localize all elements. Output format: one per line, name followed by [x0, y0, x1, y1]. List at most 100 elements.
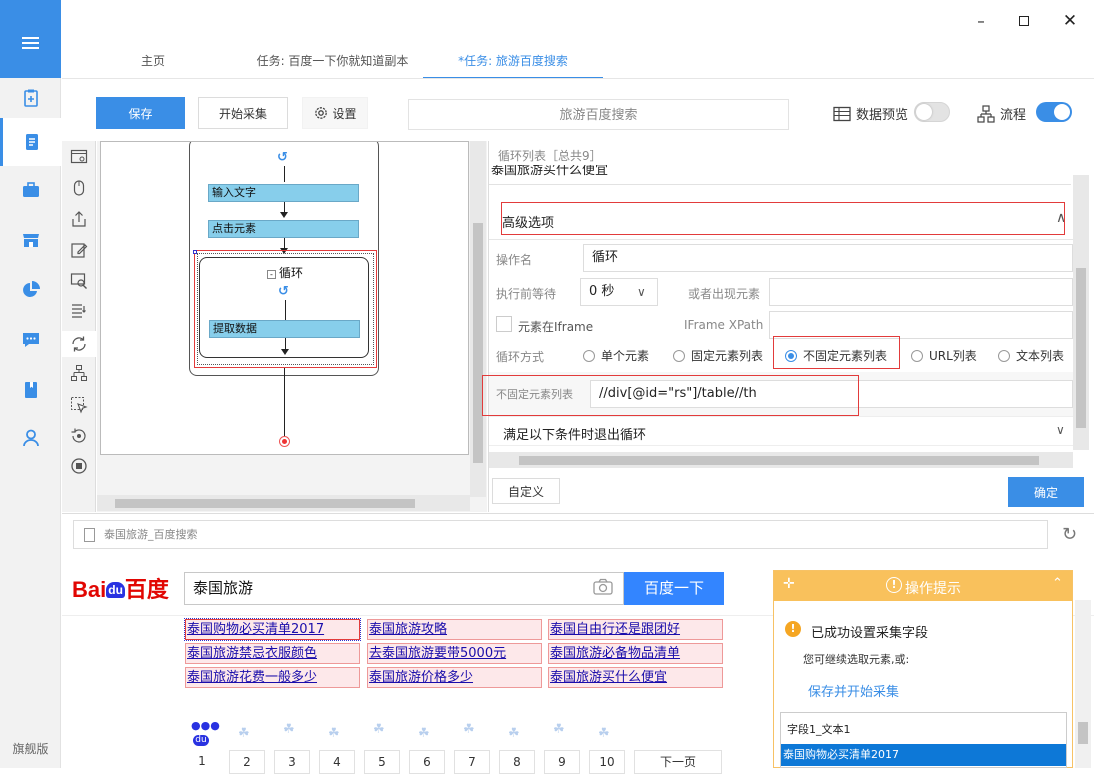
- flow-vscrollbar[interactable]: [470, 141, 486, 497]
- pager-link[interactable]: 8: [499, 750, 535, 774]
- flow-node-input-text[interactable]: 输入文字: [208, 184, 359, 202]
- confirm-button[interactable]: 确定: [1008, 477, 1084, 507]
- radio-single-element[interactable]: 单个元素: [583, 347, 649, 364]
- tool-export[interactable]: [68, 208, 90, 230]
- sidebar-item-my-tasks[interactable]: [0, 118, 61, 166]
- edition-label: 旗舰版: [12, 742, 49, 756]
- sidebar-item-messages[interactable]: [0, 316, 61, 364]
- op-name-input[interactable]: 循环: [583, 244, 1073, 272]
- tab-task-travel-search[interactable]: *任务: 旅游百度搜索: [423, 52, 603, 76]
- radio-fixed-list[interactable]: 固定元素列表: [673, 347, 763, 364]
- field-value-row[interactable]: 泰国购物必买清单2017: [781, 744, 1066, 766]
- scroll-thumb[interactable]: [473, 223, 483, 463]
- maximize-button[interactable]: [1011, 10, 1037, 32]
- paw-toes: ●●●: [191, 719, 220, 732]
- suggestion-link[interactable]: 泰国旅游价格多少: [367, 667, 542, 688]
- task-name-input[interactable]: 旅游百度搜索: [408, 99, 789, 130]
- flow-node-loop[interactable]: - 循环 ↺ 提取数据: [199, 257, 369, 358]
- hint-scrollbar[interactable]: [1075, 600, 1091, 768]
- flow-node-click-element[interactable]: 点击元素: [208, 220, 359, 238]
- pager-next[interactable]: 下一页: [634, 750, 722, 774]
- sidebar-item-store[interactable]: [0, 216, 61, 264]
- sidebar-item-account[interactable]: [0, 414, 61, 462]
- scroll-thumb[interactable]: [1076, 268, 1086, 428]
- hamburger-icon-line: [22, 42, 39, 44]
- tab-home[interactable]: 主页: [120, 52, 186, 76]
- suggestion-link[interactable]: 泰国自由行还是跟团好: [548, 619, 723, 640]
- flow-canvas[interactable]: ↺ 输入文字 点击元素 - 循环 ↺ 提取数据: [100, 141, 469, 455]
- pager-link[interactable]: 9: [544, 750, 580, 774]
- scroll-thumb[interactable]: [1078, 722, 1088, 744]
- minimize-button[interactable]: –: [968, 10, 994, 32]
- custom-button[interactable]: 自定义: [492, 478, 560, 504]
- tool-open-page[interactable]: [68, 146, 90, 168]
- suggestion-link[interactable]: 泰国旅游禁忌衣服颜色: [185, 643, 360, 664]
- tool-input-text[interactable]: [68, 239, 90, 261]
- tool-stop[interactable]: [68, 455, 90, 477]
- baidu-logo[interactable]: Bai du百度: [72, 572, 169, 604]
- settings-button[interactable]: 设置: [302, 97, 368, 129]
- tool-click[interactable]: [68, 177, 90, 199]
- pager-link[interactable]: 7: [454, 750, 490, 774]
- suggestion-link[interactable]: 泰国购物必买清单2017: [184, 618, 361, 641]
- pager-link[interactable]: 10: [589, 750, 625, 774]
- camera-icon[interactable]: [592, 577, 614, 597]
- suggestion-link[interactable]: 泰国旅游花费一般多少: [185, 667, 360, 688]
- collapse-icon[interactable]: -: [266, 270, 276, 279]
- suggestion-link[interactable]: 泰国旅游买什么便宜: [548, 667, 723, 688]
- pager-link[interactable]: 3: [274, 750, 310, 774]
- tool-loop[interactable]: [62, 331, 96, 357]
- suggestion-link[interactable]: 泰国旅游攻略: [367, 619, 542, 640]
- wait-select[interactable]: 0 秒 ∨: [580, 278, 658, 306]
- flow-toggle[interactable]: [1036, 102, 1072, 122]
- baidu-search-button[interactable]: 百度一下: [624, 572, 724, 605]
- loop-list-item[interactable]: 泰国旅游买什么便宜: [491, 165, 608, 178]
- hint-header[interactable]: ✛ ! 操作提示 ⌃: [774, 571, 1072, 601]
- appear-element-input[interactable]: [769, 278, 1073, 306]
- data-preview-toggle[interactable]: [914, 102, 950, 122]
- suggestion-link[interactable]: 去泰国旅游要带5000元: [367, 643, 542, 664]
- refresh-icon[interactable]: ↻: [1062, 524, 1077, 545]
- pager-link[interactable]: 5: [364, 750, 400, 774]
- scroll-thumb[interactable]: [115, 499, 415, 508]
- tool-recognize[interactable]: [68, 270, 90, 292]
- tab-task-baidu-copy[interactable]: 任务: 百度一下你就知道副本: [245, 52, 420, 76]
- iframe-xpath-input[interactable]: [769, 311, 1073, 339]
- browser-url-field[interactable]: 泰国旅游_百度搜索: [73, 520, 1048, 549]
- panel-hscrollbar[interactable]: [489, 452, 1073, 468]
- pager-link[interactable]: 4: [319, 750, 355, 774]
- field-header[interactable]: 字段1_文本1: [787, 721, 851, 737]
- menu-button[interactable]: [0, 0, 61, 78]
- baidu-search-input[interactable]: 泰国旅游: [184, 572, 624, 605]
- iframe-checkbox[interactable]: [496, 316, 512, 332]
- arrow: [280, 212, 288, 218]
- save-and-start-link[interactable]: 保存并开始采集: [808, 681, 899, 700]
- loop-list[interactable]: 泰国旅游买什么便宜: [489, 165, 1071, 185]
- radio-url-list[interactable]: URL列表: [911, 347, 977, 364]
- suggestion-link[interactable]: 泰国旅游必备物品清单: [548, 643, 723, 664]
- sidebar-item-tutorial[interactable]: [0, 366, 61, 414]
- flow-hscrollbar[interactable]: [97, 495, 470, 511]
- exit-condition-row[interactable]: 满足以下条件时退出循环 ∨: [489, 416, 1073, 446]
- scroll-thumb[interactable]: [519, 456, 1039, 465]
- tool-branch[interactable]: [68, 362, 90, 384]
- tool-select[interactable]: [68, 394, 90, 416]
- flow-node-extract-data[interactable]: 提取数据: [209, 320, 360, 338]
- sidebar-item-toolbox[interactable]: [0, 166, 61, 214]
- collapse-up-icon[interactable]: ⌃: [1052, 576, 1063, 591]
- move-icon[interactable]: ✛: [783, 576, 795, 592]
- mouse-icon: [73, 180, 85, 196]
- close-button[interactable]: ✕: [1057, 10, 1083, 32]
- pager-link[interactable]: 2: [229, 750, 265, 774]
- tool-list[interactable]: [68, 299, 90, 321]
- save-button[interactable]: 保存: [96, 97, 185, 129]
- sidebar-item-new-task[interactable]: [0, 78, 61, 118]
- tool-refresh[interactable]: [68, 425, 90, 447]
- sidebar-item-data[interactable]: [0, 266, 61, 314]
- panel-vscrollbar[interactable]: [1073, 175, 1089, 450]
- stop-icon: [71, 458, 87, 474]
- radio-text-list[interactable]: 文本列表: [998, 347, 1064, 364]
- hint-title: 操作提示: [905, 581, 961, 597]
- start-collect-button[interactable]: 开始采集: [198, 97, 288, 129]
- pager-link[interactable]: 6: [409, 750, 445, 774]
